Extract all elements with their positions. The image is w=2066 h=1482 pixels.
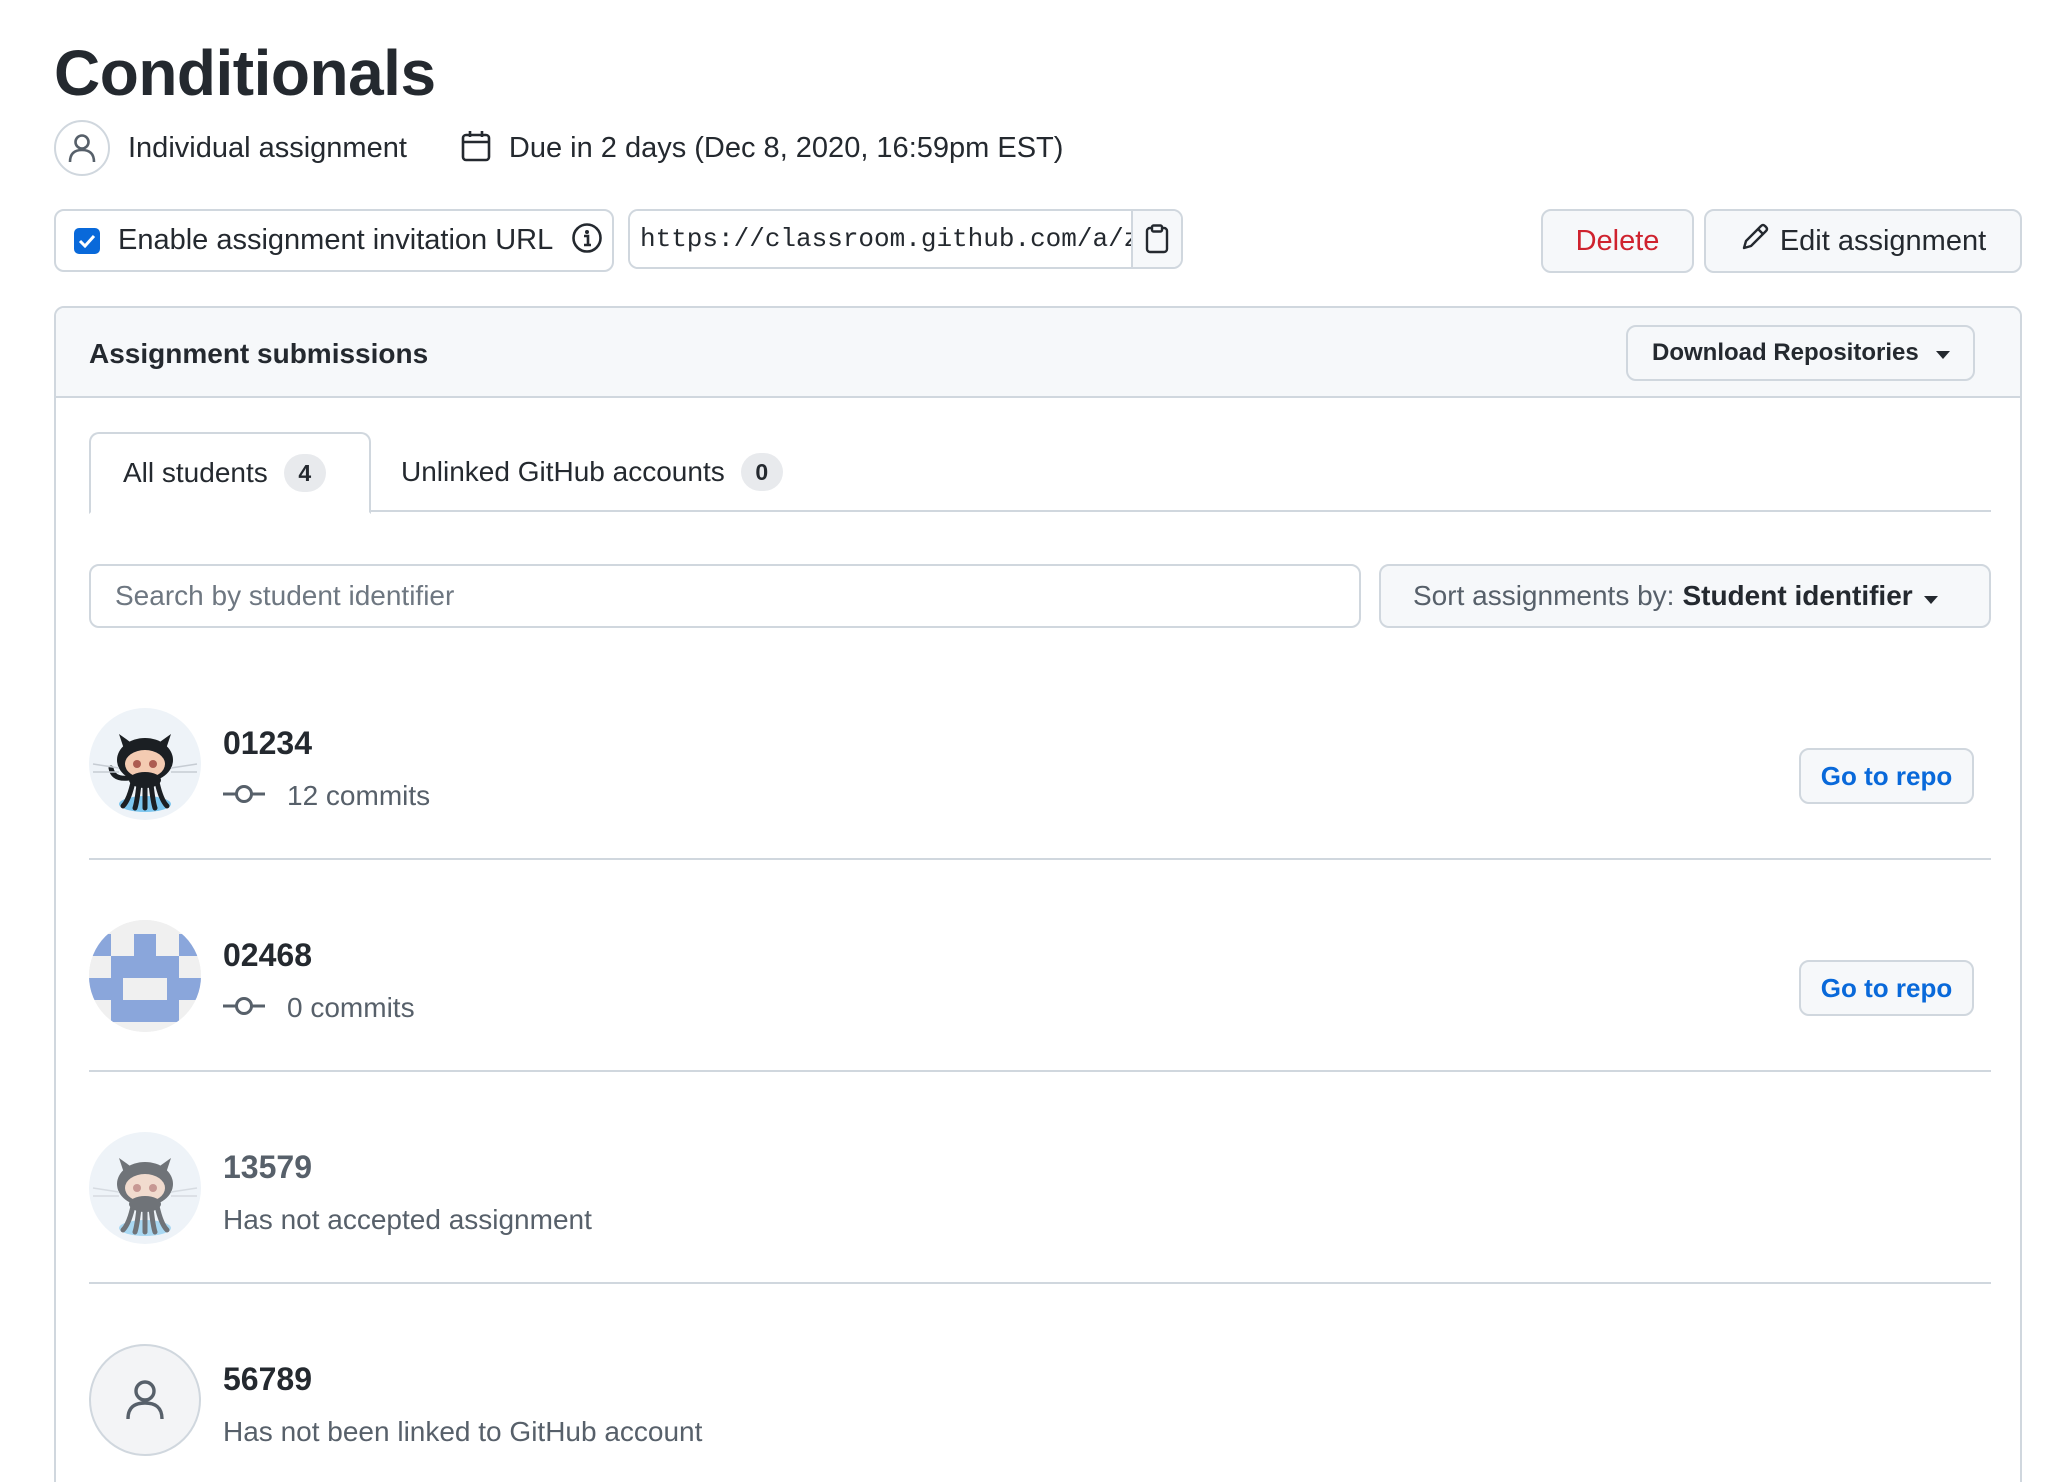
commit-count: 12 commits [287,780,431,811]
pencil-icon [1740,222,1780,260]
octocat-icon [89,708,201,820]
tab-all-students[interactable]: All students 4 [89,432,371,514]
go-to-repo-button[interactable]: Go to repo [1799,960,1974,1016]
info-icon[interactable] [571,222,603,259]
student-identifier: 13579 [223,1149,312,1185]
submissions-panel: Assignment submissions Download Reposito… [54,306,2022,1482]
assignment-meta: Individual assignment Due in 2 days (Dec… [54,120,1063,176]
invitation-toggle[interactable]: Enable assignment invitation URL [54,209,614,272]
edit-assignment-label: Edit assignment [1779,224,1987,257]
student-status: Has not accepted assignment [223,1204,592,1235]
sort-label: Sort assignments by: [1413,580,1675,611]
invitation-checkbox[interactable] [74,227,100,254]
due-date: Due in 2 days (Dec 8, 2020, 16:59pm EST) [508,131,1064,164]
calendar-icon [461,130,491,167]
caret-down-icon [1923,580,1939,612]
student-row: 13579 Has not accepted assignment [89,1074,1991,1284]
assignment-type: Individual assignment [128,131,407,164]
git-commit-icon [223,992,265,1024]
sort-value: Student identifier [1682,580,1913,611]
delete-button[interactable]: Delete [1541,209,1694,273]
tab-label: All students [123,457,268,488]
invitation-label: Enable assignment invitation URL [118,224,554,256]
identicon [89,920,201,1032]
git-commit-icon [223,780,265,812]
commit-count: 0 commits [287,992,415,1023]
submissions-header: Assignment submissions Download Reposito… [56,308,2020,398]
invitation-url-group [628,209,1183,269]
student-identifier: 02468 [223,937,312,973]
student-status: Has not been linked to GitHub account [223,1416,703,1447]
student-status: 0 commits [223,992,415,1024]
clipboard-icon[interactable] [1131,211,1181,267]
submissions-title: Assignment submissions [89,338,429,369]
tab-counter: 0 [740,453,783,491]
download-label: Download Repositories [1652,339,1919,366]
tab-label: Unlinked GitHub accounts [401,456,725,487]
student-row: 02468 0 commits Go to repo [89,862,1991,1072]
tab-counter: 4 [283,454,326,492]
student-tabs: All students 4 Unlinked GitHub accounts … [89,432,1991,514]
edit-assignment-button[interactable]: Edit assignment [1704,209,2022,273]
student-search-input[interactable] [89,564,1361,628]
student-row: 01234 12 commits Go to repo [89,650,1991,860]
person-icon [89,1344,201,1456]
student-identifier: 01234 [223,725,312,761]
go-to-repo-button[interactable]: Go to repo [1799,748,1974,804]
student-row: 56789 Has not been linked to GitHub acco… [89,1286,1991,1482]
student-status: 12 commits [223,780,430,812]
caret-down-icon [1935,339,1951,367]
invitation-url-input[interactable] [630,211,1131,267]
student-identifier: 56789 [223,1361,312,1397]
octocat-faded-icon [89,1132,201,1244]
download-repositories-button[interactable]: Download Repositories [1626,325,1975,381]
person-icon [54,120,110,176]
sort-dropdown[interactable]: Sort assignments by: Student identifier [1379,564,1991,628]
tab-unlinked-accounts[interactable]: Unlinked GitHub accounts 0 [381,432,783,512]
page-title: Conditionals [54,37,436,109]
